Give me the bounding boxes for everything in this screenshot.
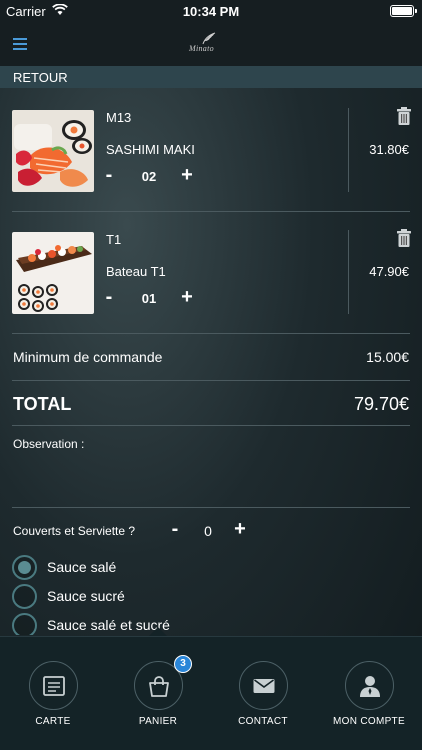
decrease-quantity-button[interactable]: - bbox=[100, 164, 118, 187]
cutlery-increase-button[interactable]: + bbox=[231, 518, 249, 541]
increase-quantity-button[interactable]: + bbox=[178, 286, 196, 309]
tab-contact[interactable]: CONTACT bbox=[215, 661, 311, 741]
sauce-option-label: Sauce salé bbox=[47, 559, 117, 575]
product-price: 47.90€ bbox=[369, 264, 409, 279]
observation-label: Observation : bbox=[13, 437, 85, 451]
tab-label: CARTE bbox=[35, 716, 71, 727]
radio-button-checked[interactable] bbox=[12, 555, 37, 580]
clock: 10:34 PM bbox=[182, 4, 240, 19]
product-name: SASHIMI MAKI bbox=[106, 142, 195, 157]
logo: Minato bbox=[185, 32, 227, 58]
quantity-value: 01 bbox=[141, 291, 157, 306]
sauce-option-label: Sauce sucré bbox=[47, 588, 125, 604]
minimum-order-label: Minimum de commande bbox=[13, 349, 163, 365]
tab-panier[interactable]: 3 PANIER bbox=[110, 655, 206, 741]
tab-label: MON COMPTE bbox=[333, 716, 405, 727]
divider bbox=[348, 108, 349, 192]
sauce-options: Sauce salé Sauce sucré Sauce salé et suc… bbox=[0, 555, 422, 635]
product-code: T1 bbox=[106, 232, 122, 247]
cart-item: M13 SASHIMI MAKI - 02 + 31.80€ bbox=[0, 90, 422, 214]
total-value: 79.70€ bbox=[353, 394, 409, 414]
tab-label: CONTACT bbox=[238, 716, 288, 727]
cutlery-label: Couverts et Serviette ? bbox=[13, 524, 136, 538]
decrease-quantity-button[interactable]: - bbox=[100, 286, 118, 309]
status-bar: Carrier 10:34 PM bbox=[0, 0, 422, 24]
observation-input[interactable] bbox=[12, 452, 410, 504]
hamburger-menu-icon[interactable] bbox=[13, 38, 27, 50]
quantity-value: 02 bbox=[141, 169, 157, 184]
divider bbox=[12, 333, 410, 334]
product-code: M13 bbox=[106, 110, 132, 125]
logo-text: Minato bbox=[189, 44, 214, 53]
battery-icon bbox=[390, 5, 417, 17]
total-label: TOTAL bbox=[13, 394, 72, 414]
tab-label: PANIER bbox=[138, 716, 178, 727]
cutlery-count: 0 bbox=[204, 523, 212, 539]
product-name: Bateau T1 bbox=[106, 264, 166, 279]
user-icon bbox=[345, 661, 394, 710]
nav-bar: Minato bbox=[0, 24, 422, 66]
back-button[interactable]: RETOUR bbox=[0, 66, 422, 88]
tab-carte[interactable]: CARTE bbox=[5, 661, 101, 741]
tab-mon-compte[interactable]: MON COMPTE bbox=[321, 661, 417, 741]
divider bbox=[12, 425, 410, 426]
product-image bbox=[12, 232, 94, 314]
product-image bbox=[12, 110, 94, 192]
cutlery-decrease-button[interactable]: - bbox=[166, 518, 184, 541]
minimum-order-value: 15.00€ bbox=[366, 349, 409, 365]
envelope-icon bbox=[239, 661, 288, 710]
tab-bar: CARTE 3 PANIER CONTACT MON COMPTE bbox=[0, 636, 422, 750]
back-label: RETOUR bbox=[13, 70, 68, 85]
sauce-option-sucre[interactable]: Sauce sucré bbox=[12, 584, 312, 610]
increase-quantity-button[interactable]: + bbox=[178, 164, 196, 187]
cart-count-badge: 3 bbox=[174, 655, 192, 673]
sauce-option-sale[interactable]: Sauce salé bbox=[12, 555, 312, 581]
trash-icon[interactable] bbox=[397, 229, 411, 247]
radio-button[interactable] bbox=[12, 613, 37, 635]
active-tab-pointer bbox=[149, 627, 167, 636]
cart-item: T1 Bateau T1 - 01 + 47.90€ bbox=[0, 212, 422, 336]
divider bbox=[12, 507, 410, 508]
divider bbox=[348, 230, 349, 314]
product-price: 31.80€ bbox=[369, 142, 409, 157]
trash-icon[interactable] bbox=[397, 107, 411, 125]
menu-card-icon bbox=[29, 661, 78, 710]
radio-button[interactable] bbox=[12, 584, 37, 609]
divider bbox=[12, 380, 410, 381]
